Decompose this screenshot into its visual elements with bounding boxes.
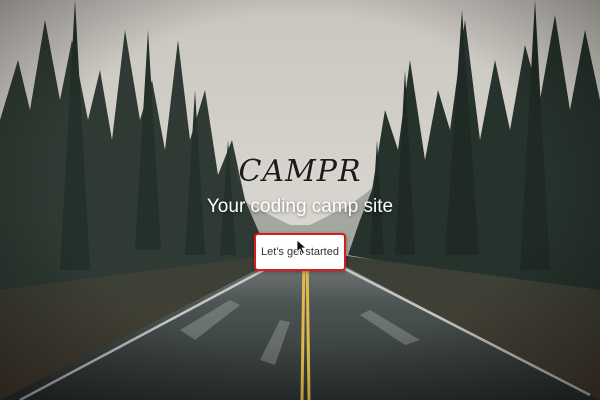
site-subtitle: Your coding camp site — [206, 196, 394, 217]
get-started-button[interactable]: Let's get started — [254, 233, 346, 271]
landing-page: CAMPR Your coding camp site Let's get st… — [0, 0, 600, 400]
hero-content: CAMPR Your coding camp site — [0, 152, 600, 222]
site-title: CAMPR — [238, 154, 362, 189]
